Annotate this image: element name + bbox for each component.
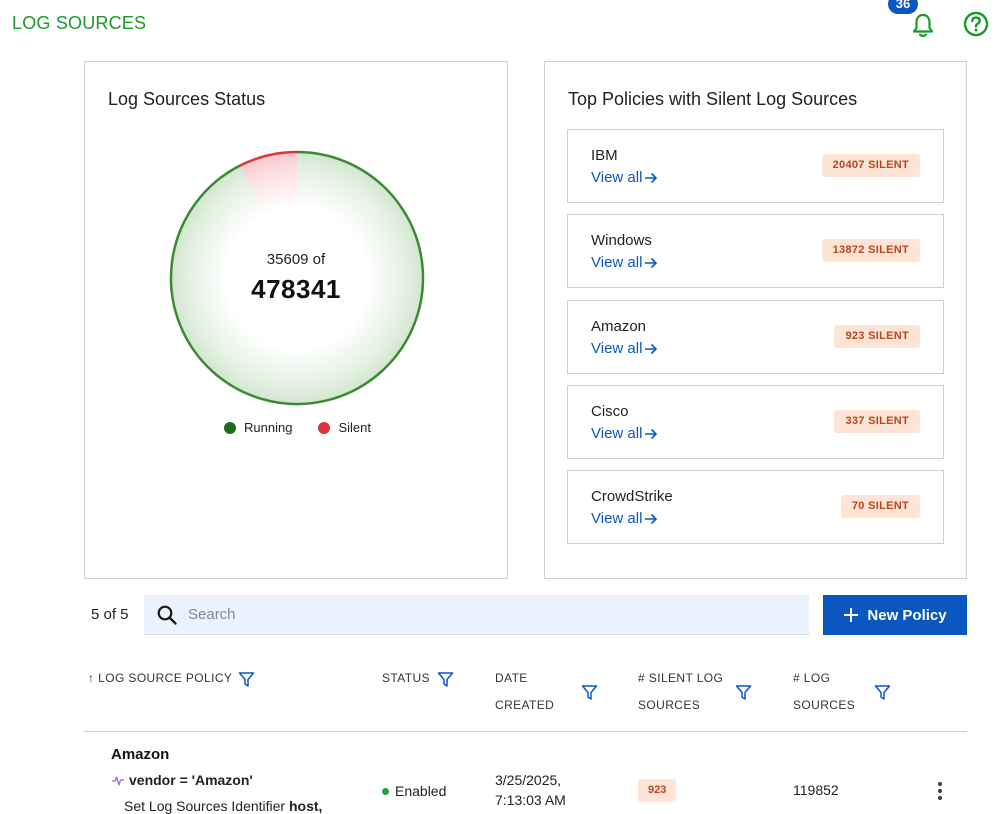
silent-count-badge: 923 SILENT <box>834 325 920 348</box>
policy-item-amazon: Amazon View all 923 SILENT <box>567 300 944 374</box>
view-all-link[interactable]: View all <box>591 510 658 527</box>
view-all-label: View all <box>591 169 643 186</box>
activity-icon <box>112 776 124 786</box>
policy-item-crowdstrike: CrowdStrike View all 70 SILENT <box>567 470 944 544</box>
column-header-policy-label: LOG SOURCE POLICY <box>98 671 233 685</box>
plus-icon <box>844 608 859 622</box>
policy-name: Windows <box>591 232 652 249</box>
sort-ascending-icon: ↑ <box>88 671 95 685</box>
status-enabled-dot <box>382 787 389 795</box>
legend-running-label: Running <box>244 420 293 435</box>
row-date: 3/25/2025, <box>495 772 562 788</box>
filter-icon[interactable] <box>437 671 454 688</box>
filter-icon[interactable] <box>735 684 752 701</box>
view-all-link[interactable]: View all <box>591 425 658 442</box>
legend-silent: Silent <box>318 420 371 435</box>
donut-center-total: 478341 <box>251 274 341 304</box>
arrow-right-icon <box>645 428 658 439</box>
filter-icon[interactable] <box>581 684 598 701</box>
new-policy-label: New Policy <box>867 606 947 624</box>
bell-icon[interactable] <box>908 10 938 40</box>
policy-item-ibm: IBM View all 20407 SILENT <box>567 129 944 203</box>
legend-silent-label: Silent <box>338 420 371 435</box>
filter-icon[interactable] <box>874 684 891 701</box>
column-header-silent-line1[interactable]: # SILENT LOG <box>638 665 723 692</box>
row-total-sources: 119852 <box>793 782 839 798</box>
row-silent-badge: 923 <box>638 779 677 802</box>
arrow-right-icon <box>645 513 658 524</box>
result-count: 5 of 5 <box>91 606 129 623</box>
silent-count-badge: 70 SILENT <box>840 495 920 518</box>
arrow-right-icon <box>645 172 658 183</box>
view-all-link[interactable]: View all <box>591 254 658 271</box>
help-circle-icon[interactable] <box>962 10 990 38</box>
log-sources-status-card: Log Sources Status 35609 of 478341 Runni… <box>84 61 508 579</box>
legend-running-dot <box>224 421 236 434</box>
donut-center-label: 35609 of <box>266 251 326 268</box>
row-status: Enabled <box>382 783 446 799</box>
policy-item-windows: Windows View all 13872 SILENT <box>567 214 944 288</box>
policy-name: CrowdStrike <box>591 488 673 505</box>
row-description-text: Set Log Sources Identifier <box>124 798 289 814</box>
row-rule-text: vendor = 'Amazon' <box>129 772 253 788</box>
view-all-label: View all <box>591 510 643 527</box>
status-card-title: Log Sources Status <box>108 89 266 109</box>
row-time: 7:13:03 AM <box>495 792 566 808</box>
column-header-total-line1[interactable]: # LOG <box>793 665 830 692</box>
search-input[interactable] <box>188 606 778 623</box>
search-box[interactable] <box>144 595 809 635</box>
view-all-link[interactable]: View all <box>591 340 658 357</box>
row-rule: vendor = 'Amazon' <box>111 772 253 788</box>
top-policies-card: Top Policies with Silent Log Sources IBM… <box>544 61 967 579</box>
notification-count-badge[interactable]: 36 <box>888 0 918 14</box>
policy-item-cisco: Cisco View all 337 SILENT <box>567 385 944 459</box>
page-title: LOG SOURCES <box>12 13 147 33</box>
more-vertical-icon[interactable] <box>930 780 950 802</box>
view-all-label: View all <box>591 340 643 357</box>
column-header-policy[interactable]: ↑ LOG SOURCE POLICY <box>88 665 232 692</box>
table-header-divider <box>84 731 967 732</box>
arrow-right-icon <box>645 257 658 268</box>
column-header-date-line2[interactable]: CREATED <box>495 692 554 719</box>
silent-count-badge: 13872 SILENT <box>821 239 920 262</box>
status-legend: Running Silent <box>224 420 371 435</box>
policy-name: Amazon <box>591 318 647 335</box>
legend-running: Running <box>224 420 292 435</box>
arrow-right-icon <box>645 343 658 354</box>
policy-name: Cisco <box>591 403 629 420</box>
row-policy-name[interactable]: Amazon <box>111 746 169 763</box>
column-header-status[interactable]: STATUS <box>382 665 430 692</box>
silent-count-badge: 337 SILENT <box>834 410 920 433</box>
silent-count-badge: 20407 SILENT <box>821 154 920 177</box>
view-all-label: View all <box>591 254 643 271</box>
legend-silent-dot <box>318 421 331 434</box>
row-description-bold: host, <box>289 798 323 814</box>
view-all-label: View all <box>591 425 643 442</box>
row-status-label: Enabled <box>395 783 447 799</box>
column-header-total-line2[interactable]: SOURCES <box>793 692 855 719</box>
view-all-link[interactable]: View all <box>591 169 658 186</box>
policy-name: IBM <box>591 147 618 164</box>
row-description: Set Log Sources Identifier host, <box>124 798 322 814</box>
policies-card-title: Top Policies with Silent Log Sources <box>568 89 858 109</box>
column-header-date-line1[interactable]: DATE <box>495 665 528 692</box>
new-policy-button[interactable]: New Policy <box>823 595 967 635</box>
column-header-silent-line2[interactable]: SOURCES <box>638 692 700 719</box>
filter-icon[interactable] <box>238 671 255 688</box>
search-icon <box>157 605 177 625</box>
